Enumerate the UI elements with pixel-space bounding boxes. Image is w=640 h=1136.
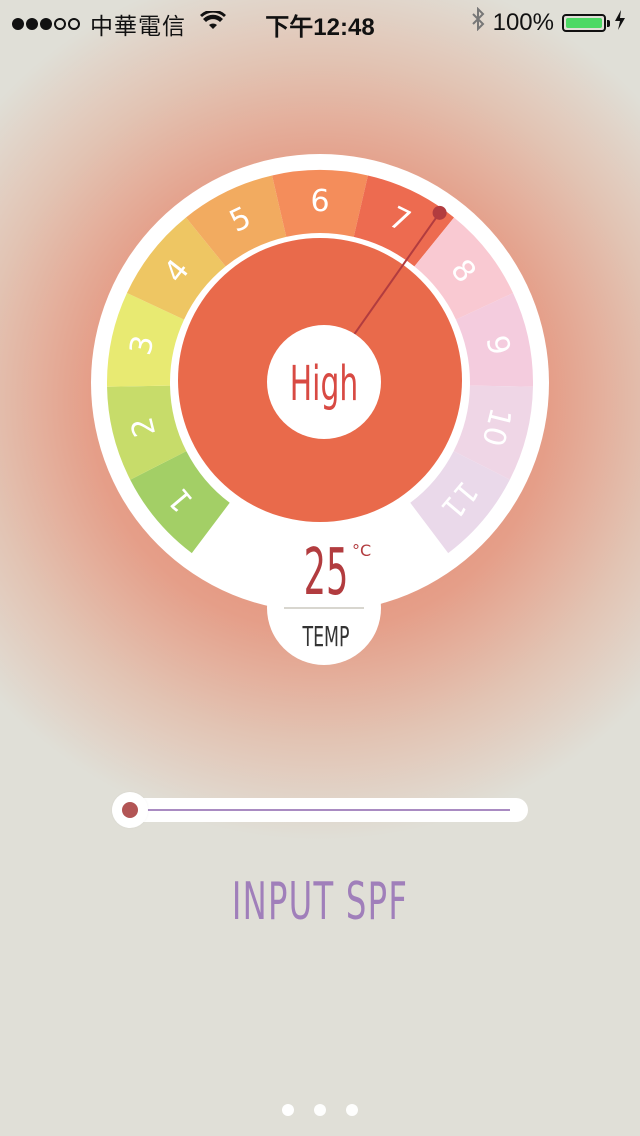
dial-segment-label: 6 bbox=[310, 184, 329, 219]
temperature-label: TEMP bbox=[302, 621, 350, 653]
spf-slider-thumb-dot bbox=[122, 802, 138, 818]
level-label: High bbox=[290, 357, 358, 412]
page-indicator[interactable] bbox=[0, 1104, 640, 1116]
temperature-unit: °C bbox=[352, 541, 371, 560]
uv-dial[interactable]: 12345 6 7891011 High 25 °C TEMP bbox=[0, 0, 640, 700]
dial-needle-knob[interactable] bbox=[432, 205, 447, 220]
temperature-value: 25 bbox=[304, 536, 349, 610]
page-dot[interactable] bbox=[282, 1104, 294, 1116]
spf-slider[interactable] bbox=[112, 792, 528, 828]
page-dot[interactable] bbox=[314, 1104, 326, 1116]
spf-slider-track bbox=[146, 809, 510, 811]
input-spf-title: INPUT SPF bbox=[231, 872, 409, 932]
spf-slider-thumb[interactable] bbox=[112, 792, 148, 828]
page-dot[interactable] bbox=[346, 1104, 358, 1116]
